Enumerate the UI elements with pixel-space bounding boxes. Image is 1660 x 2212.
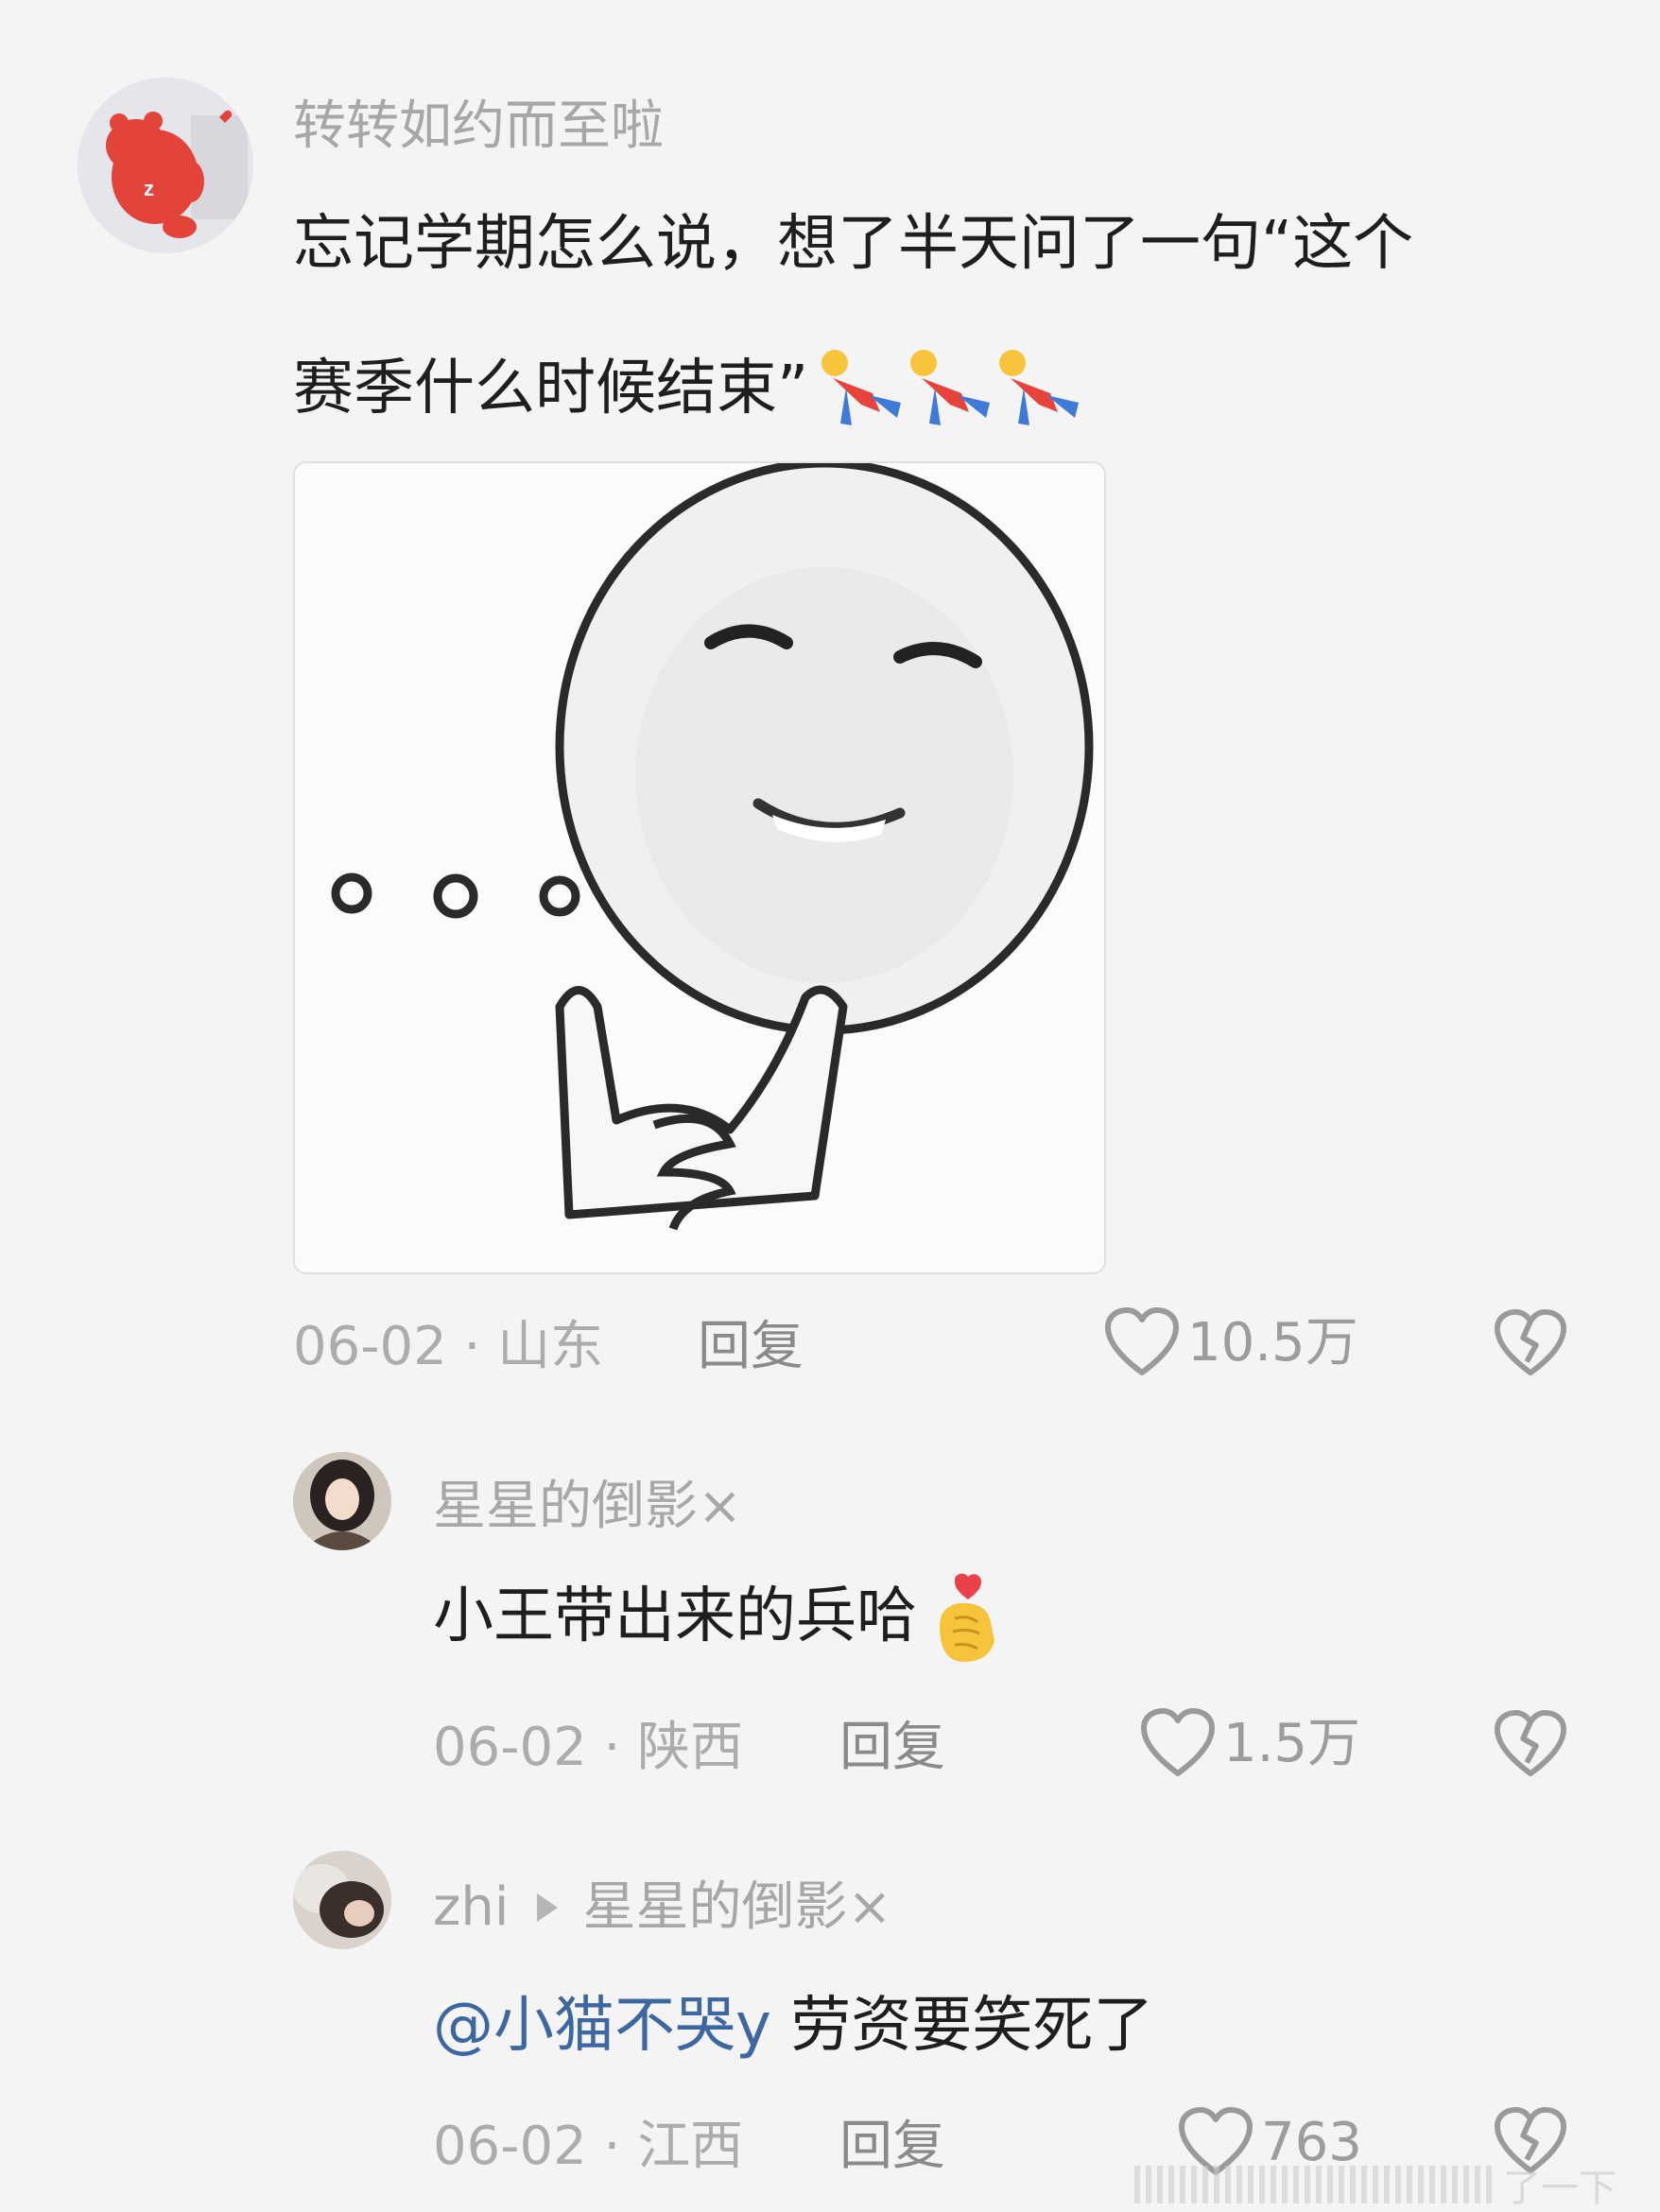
thinking-face-meme-icon bbox=[295, 463, 1104, 1272]
falling-figure-emoji-icon bbox=[903, 346, 997, 431]
finger-heart-emoji-icon bbox=[926, 1569, 1004, 1664]
meme-image[interactable] bbox=[293, 461, 1106, 1274]
dislike-button[interactable] bbox=[1494, 1308, 1567, 1384]
like-button[interactable]: 1.5万 bbox=[1140, 1707, 1360, 1781]
heart-outline-icon bbox=[1141, 1708, 1215, 1776]
broken-heart-icon bbox=[1495, 1308, 1566, 1376]
comment-text-line2: 赛季什么时候结束” bbox=[293, 346, 1086, 431]
comment-text-row: @小猫不哭y 劳资要笑死了 bbox=[433, 1983, 1153, 2068]
comment-text: 劳资要笑死了 bbox=[770, 1991, 1154, 2061]
mention-link[interactable]: @小猫不哭y bbox=[433, 1991, 771, 2061]
bear-avatar-icon: z bbox=[78, 78, 253, 253]
broken-heart-icon bbox=[1495, 1709, 1566, 1777]
portrait-avatar-icon bbox=[293, 1851, 391, 1949]
comment-text-row: 小王带出来的兵哈 bbox=[433, 1569, 1004, 1664]
heart-outline-icon bbox=[1105, 1307, 1179, 1375]
falling-figure-emoji-icon bbox=[814, 346, 908, 431]
user-avatar[interactable] bbox=[293, 1851, 391, 1949]
comment-text: 小王带出来的兵哈 bbox=[433, 1581, 917, 1651]
watermark: 了一下 bbox=[1134, 2157, 1617, 2212]
dislike-button[interactable] bbox=[1494, 1709, 1567, 1785]
comment-date-location: 06-02 · 陕西 bbox=[433, 1717, 744, 1778]
reply-header: zhi 星星的倒影× bbox=[433, 1875, 891, 1940]
svg-text:z: z bbox=[144, 177, 154, 200]
reply-button[interactable]: 回复 bbox=[839, 2114, 945, 2180]
user-avatar[interactable]: z bbox=[78, 78, 253, 253]
reply-target-username[interactable]: 星星的倒影× bbox=[582, 1875, 891, 1940]
comment-username[interactable]: zhi bbox=[433, 1875, 509, 1940]
like-count: 1.5万 bbox=[1223, 1713, 1361, 1774]
like-count: 10.5万 bbox=[1187, 1312, 1358, 1374]
user-avatar[interactable] bbox=[293, 1452, 391, 1550]
comment-date-location: 06-02 · 江西 bbox=[433, 2116, 744, 2177]
portrait-avatar-icon bbox=[293, 1452, 391, 1550]
reply-button[interactable]: 回复 bbox=[698, 1314, 804, 1380]
watermark-barcode-icon bbox=[1134, 2166, 1494, 2203]
comment-username[interactable]: 星星的倒影× bbox=[433, 1475, 742, 1539]
comment-username[interactable]: 转转如约而至啦 bbox=[293, 95, 664, 159]
comment-text-continued: 赛季什么时候结束” bbox=[293, 354, 809, 423]
watermark-text: 了一下 bbox=[1503, 2167, 1617, 2210]
comment-date-location: 06-02 · 山东 bbox=[293, 1316, 604, 1377]
falling-figure-emoji-icon bbox=[992, 346, 1086, 431]
comment-text: 忘记学期怎么说，想了半天问了一句“这个 bbox=[293, 209, 1414, 279]
reply-arrow-icon bbox=[537, 1893, 559, 1922]
like-button[interactable]: 10.5万 bbox=[1104, 1306, 1358, 1380]
reply-button[interactable]: 回复 bbox=[839, 1715, 945, 1781]
